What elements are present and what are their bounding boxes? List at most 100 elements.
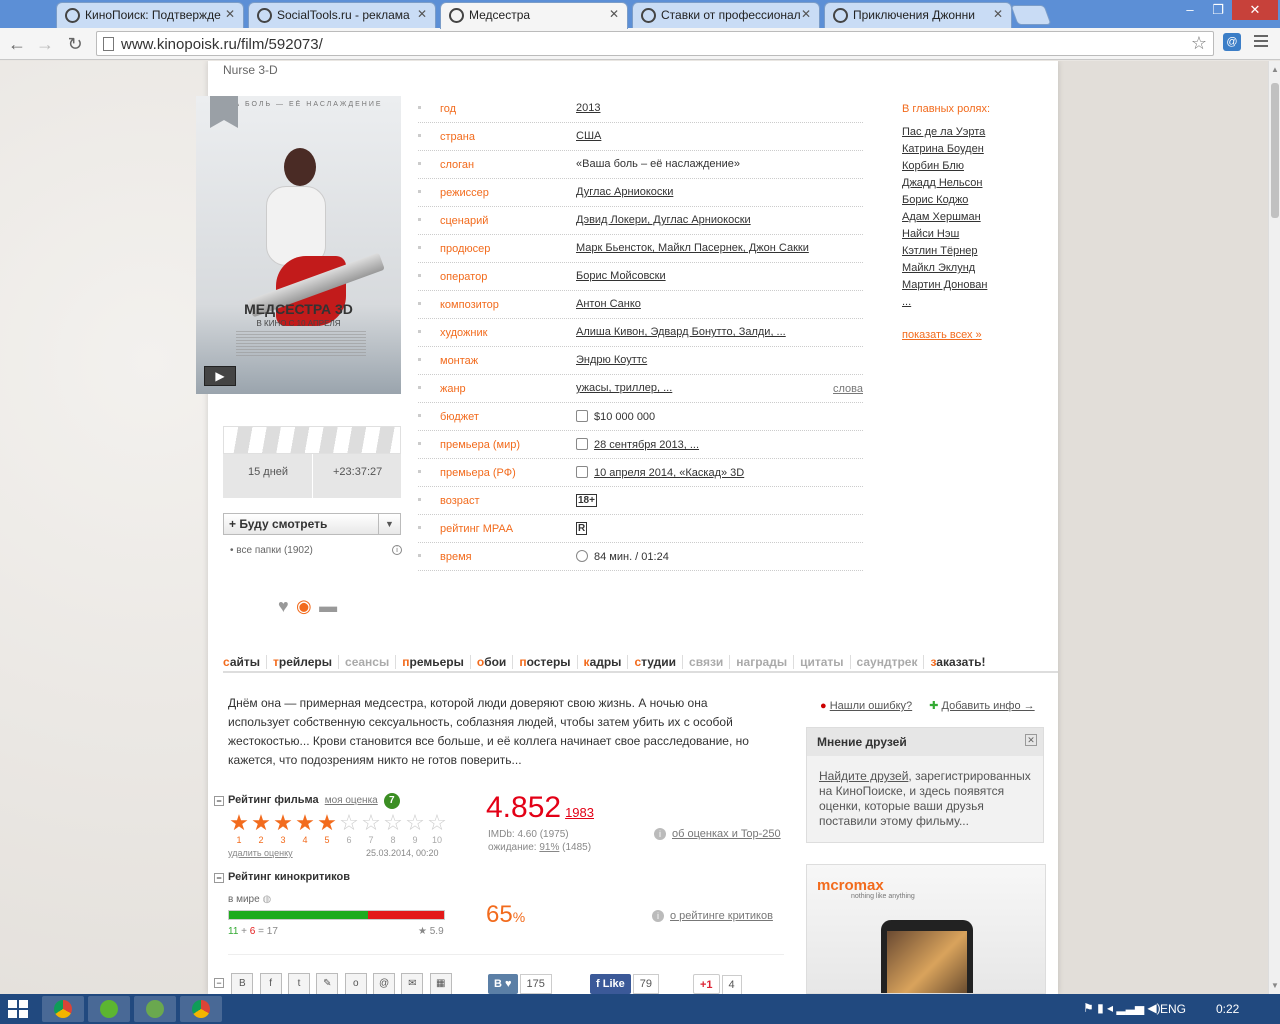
menu-item-6[interactable]: кадры xyxy=(584,655,629,669)
menu-item-2[interactable]: сеансы xyxy=(345,655,397,669)
premiere-world-link[interactable]: 28 сентября 2013, ... xyxy=(594,439,699,451)
menu-item-4[interactable]: обои xyxy=(477,655,514,669)
will-watch-button[interactable]: + Буду смотреть ▼ xyxy=(223,513,401,535)
writer-link[interactable]: Дэвид Локери, Дуглас Арниокоски xyxy=(576,214,751,226)
watched-eye-icon[interactable]: ◉ xyxy=(296,596,312,617)
vk-like-widget[interactable]: B ♥ 175 xyxy=(488,974,552,994)
facebook-like-button[interactable]: f Like xyxy=(590,974,631,994)
actor-link[interactable]: Кэтлин Тёрнер xyxy=(902,245,990,258)
tab-close-icon[interactable]: ✕ xyxy=(417,7,427,21)
chrome-menu-icon[interactable] xyxy=(1254,35,1268,50)
film-rating-score[interactable]: 4.852 1983 xyxy=(486,791,594,825)
rating-stars[interactable]: ★ ★ ★ ★ ★ ☆ ☆ ☆ ☆ ☆ xyxy=(228,812,448,834)
menu-item-9[interactable]: награды xyxy=(736,655,795,669)
tab-close-icon[interactable]: ✕ xyxy=(609,7,619,21)
tab-johnny[interactable]: Приключения Джонни ✕ xyxy=(824,2,1012,28)
star-icon[interactable]: ☆ xyxy=(360,812,382,834)
star-icon[interactable]: ☆ xyxy=(426,812,448,834)
genre-link[interactable]: ужасы, триллер, ... xyxy=(576,382,672,394)
editor-link[interactable]: Эндрю Коуттс xyxy=(576,354,647,366)
minimize-button[interactable]: ‒ xyxy=(1176,0,1204,20)
chevron-down-icon[interactable]: ▼ xyxy=(378,514,400,534)
qr-code-icon[interactable]: ▦ xyxy=(429,973,452,994)
actor-link[interactable]: Катрина Боуден xyxy=(902,143,990,156)
star-icon[interactable]: ★ xyxy=(294,812,316,834)
menu-item-1[interactable]: трейлеры xyxy=(273,655,340,669)
menu-item-0[interactable]: сайты xyxy=(223,655,268,669)
system-tray-icons[interactable]: ⚑ ▮ ◂ ▂▃▅ ◀) xyxy=(1083,1001,1161,1015)
menu-item-12[interactable]: заказать! xyxy=(930,655,991,669)
info-icon[interactable]: i xyxy=(392,545,402,555)
windows-start-icon[interactable] xyxy=(8,1000,28,1018)
film-poster[interactable]: ША БОЛЬ — ЕЁ НАСЛАЖДЕНИЕ МЕДСЕСТРА 3D В … xyxy=(196,96,401,394)
email-share-icon[interactable]: ✉ xyxy=(401,973,424,994)
producer-link[interactable]: Марк Бьенсток, Майкл Пасернек, Джон Сакк… xyxy=(576,242,809,254)
composer-link[interactable]: Антон Санко xyxy=(576,298,641,310)
mail-agent-share-icon[interactable]: @ xyxy=(373,973,396,994)
facebook-like-widget[interactable]: f Like 79 xyxy=(590,974,659,994)
actor-link[interactable]: Майкл Эклунд xyxy=(902,262,990,275)
artist-link[interactable]: Алиша Кивон, Эдвард Бонутто, Залди, ... xyxy=(576,326,786,338)
actor-link[interactable]: Мартин Донован xyxy=(902,279,990,292)
taskbar-utorrent[interactable] xyxy=(88,996,130,1022)
menu-item-7[interactable]: студии xyxy=(634,655,684,669)
taskbar-chrome[interactable] xyxy=(42,996,84,1022)
premiere-rf-link[interactable]: 10 апреля 2014, «Каскад» 3D xyxy=(594,467,744,479)
tab-socialtools[interactable]: SocialTools.ru - реклама ✕ xyxy=(248,2,436,28)
vk-like-icon[interactable]: B ♥ xyxy=(488,974,518,994)
play-trailer-icon[interactable]: ▶ xyxy=(204,366,236,386)
odnoklassniki-share-icon[interactable]: o xyxy=(344,973,367,994)
close-window-button[interactable]: ✕ xyxy=(1232,0,1278,20)
twitter-share-icon[interactable]: t xyxy=(288,973,311,994)
delete-rating-link[interactable]: удалить оценку xyxy=(228,848,293,858)
tab-kinopoisk-confirm[interactable]: КиноПоиск: Подтвержде ✕ xyxy=(56,2,244,28)
reload-button[interactable]: ↻ xyxy=(64,33,86,55)
show-all-cast-link[interactable]: показать всех » xyxy=(902,329,990,341)
tab-bets[interactable]: Ставки от профессионал ✕ xyxy=(632,2,820,28)
micromax-ad[interactable]: mcromax nothing like anything xyxy=(806,864,1046,994)
star-icon[interactable]: ☆ xyxy=(404,812,426,834)
star-icon[interactable]: ★ xyxy=(228,812,250,834)
actor-more-link[interactable]: ... xyxy=(902,296,990,309)
page-scrollbar[interactable]: ▲ ▼ xyxy=(1268,61,1280,994)
about-ratings-link[interactable]: i об оценках и Top-250 xyxy=(654,828,781,840)
found-error-link[interactable]: Нашли ошибку? xyxy=(830,700,912,712)
director-link[interactable]: Дуглас Арниокоски xyxy=(576,186,673,198)
facebook-share-icon[interactable]: f xyxy=(259,973,282,994)
collapse-icon[interactable]: − xyxy=(214,978,224,988)
star-icon[interactable]: ★ xyxy=(272,812,294,834)
livejournal-share-icon[interactable]: ✎ xyxy=(316,973,339,994)
actor-link[interactable]: Пас де ла Уэрта xyxy=(902,126,990,139)
tab-close-icon[interactable]: ✕ xyxy=(993,7,1003,21)
actor-link[interactable]: Борис Коджо xyxy=(902,194,990,207)
operator-link[interactable]: Борис Мойсовски xyxy=(576,270,666,282)
close-icon[interactable]: ✕ xyxy=(1025,734,1037,746)
keywords-link[interactable]: слова xyxy=(833,383,863,395)
address-bar[interactable]: www.kinopoisk.ru/film/592073/ ☆ xyxy=(96,31,1214,56)
actor-link[interactable]: Джадд Нельсон xyxy=(902,177,990,190)
about-critics-link[interactable]: iо рейтинге критиков xyxy=(652,910,773,922)
scroll-thumb[interactable] xyxy=(1271,83,1279,218)
menu-item-5[interactable]: постеры xyxy=(519,655,578,669)
menu-item-8[interactable]: связи xyxy=(689,655,731,669)
find-friends-link[interactable]: Найдите друзей xyxy=(819,769,908,783)
scroll-up-icon[interactable]: ▲ xyxy=(1271,65,1279,74)
mpaa-badge[interactable]: R xyxy=(576,522,588,535)
back-button[interactable]: ← xyxy=(6,33,28,55)
tab-medsestra[interactable]: Медсестра ✕ xyxy=(440,2,628,29)
collapse-icon[interactable]: − xyxy=(214,873,224,883)
tab-close-icon[interactable]: ✕ xyxy=(225,7,235,21)
add-info-link[interactable]: Добавить инфо → xyxy=(942,700,1035,712)
star-icon[interactable]: ☆ xyxy=(382,812,404,834)
actor-link[interactable]: Корбин Блю xyxy=(902,160,990,173)
expectation-link[interactable]: 91% xyxy=(539,842,559,853)
my-rating-link[interactable]: моя оценка xyxy=(325,795,378,806)
language-indicator[interactable]: ENG xyxy=(1160,1002,1186,1016)
calendar-add-icon[interactable] xyxy=(576,466,588,478)
menu-item-11[interactable]: саундтрек xyxy=(857,655,925,669)
folders-link[interactable]: • все папки (1902) xyxy=(230,545,313,556)
scroll-down-icon[interactable]: ▼ xyxy=(1271,981,1279,990)
bookmark-star-icon[interactable]: ☆ xyxy=(1191,33,1207,54)
vk-share-icon[interactable]: B xyxy=(231,973,254,994)
star-icon[interactable]: ☆ xyxy=(338,812,360,834)
